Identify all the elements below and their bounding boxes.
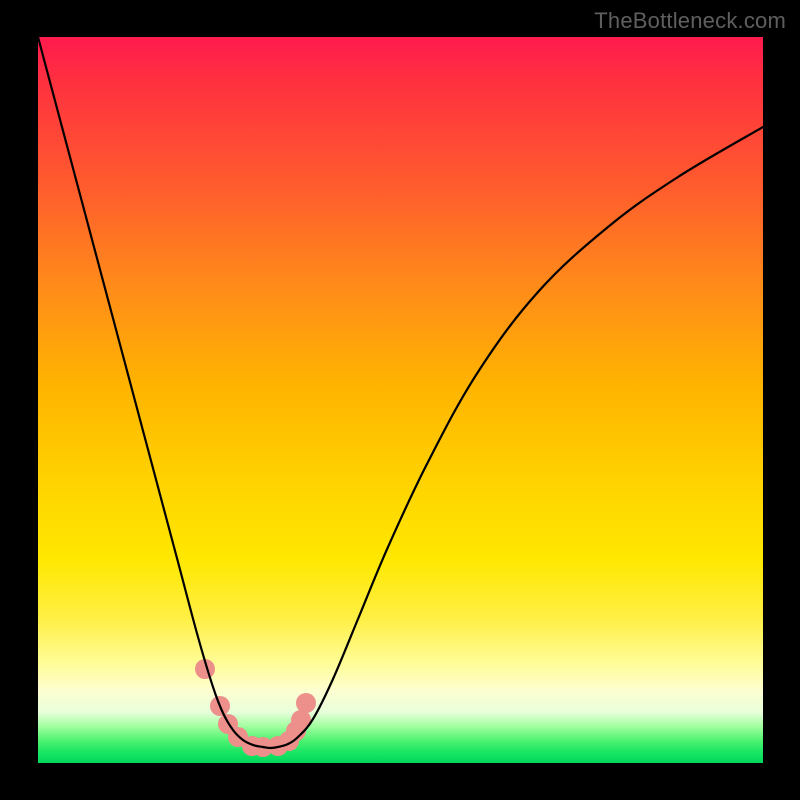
bottleneck-curve xyxy=(38,37,763,748)
plot-area xyxy=(38,37,763,763)
marker-group xyxy=(195,659,316,757)
curve-layer xyxy=(38,37,763,763)
watermark-text: TheBottleneck.com xyxy=(594,8,786,34)
marker-dot xyxy=(296,693,316,713)
chart-frame: TheBottleneck.com xyxy=(0,0,800,800)
